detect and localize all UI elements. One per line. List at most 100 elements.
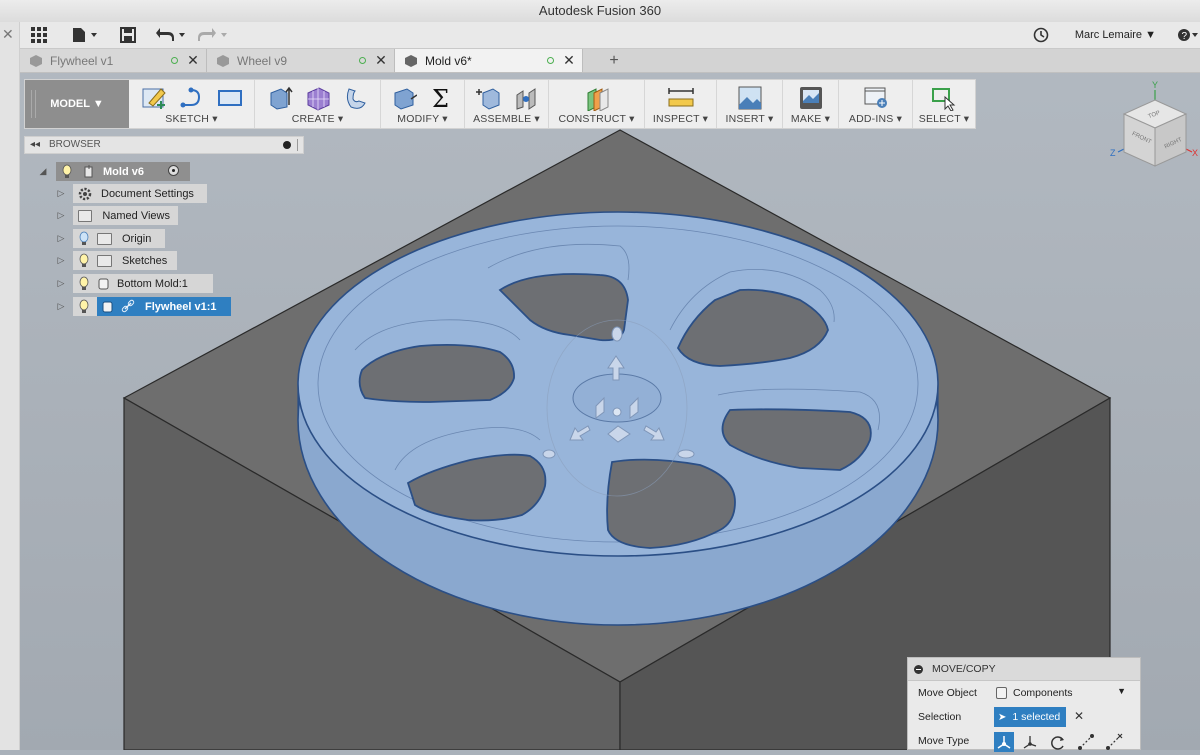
svg-text:?: ?	[1182, 31, 1188, 42]
toolbar-group-label[interactable]: ASSEMBLE ▾	[465, 113, 548, 125]
workspace-switcher[interactable]: MODEL ▼	[25, 80, 129, 128]
toolbar-group-label[interactable]: MODIFY ▾	[381, 113, 464, 125]
tab-close-icon[interactable]: ✕	[562, 52, 576, 69]
measure-icon[interactable]	[666, 84, 696, 112]
sync-status-icon	[171, 57, 178, 64]
expand-caret-icon[interactable]: ▷	[56, 301, 66, 312]
browser-item-label: Named Views	[102, 209, 170, 222]
toolbar-group-label[interactable]: MAKE ▾	[783, 113, 838, 125]
clear-selection-icon[interactable]: ✕	[1074, 709, 1084, 723]
expand-caret-icon[interactable]: ▷	[56, 188, 66, 199]
toolbar-group-label[interactable]: INSPECT ▾	[645, 113, 716, 125]
move-type-label: Move Type	[918, 735, 970, 747]
save-icon[interactable]	[118, 25, 138, 45]
extrude-icon[interactable]	[265, 84, 295, 112]
undo-icon[interactable]	[156, 25, 188, 45]
translate-move-icon[interactable]	[1020, 732, 1040, 752]
tab-wheel[interactable]: Wheel v9 ✕	[207, 49, 395, 72]
press-pull-icon[interactable]	[389, 84, 419, 112]
sync-status-icon	[359, 57, 366, 64]
flywheel-component[interactable]	[297, 211, 939, 626]
3d-print-icon[interactable]	[796, 84, 826, 112]
compute-all-icon[interactable]: Σ	[427, 84, 457, 112]
joint-icon[interactable]	[511, 84, 541, 112]
browser-item-label: Flywheel v1:1	[145, 300, 217, 313]
activate-radio-icon[interactable]	[168, 165, 179, 176]
rotate-move-icon[interactable]	[1048, 732, 1068, 752]
visibility-lightbulb-icon[interactable]	[59, 164, 75, 180]
browser-item-origin[interactable]: ▷ Origin	[56, 229, 216, 248]
workspace-label: MODEL ▼	[50, 98, 104, 110]
tab-label: Flywheel v1	[50, 53, 114, 68]
expand-caret-icon[interactable]: ▷	[56, 278, 66, 289]
browser-item-document-settings[interactable]: ▷ Document Settings	[56, 184, 216, 203]
collapse-caret-icon[interactable]: ◢	[38, 166, 48, 177]
visibility-lightbulb-icon[interactable]	[77, 253, 91, 269]
toolbar-group-construct: CONSTRUCT ▾	[549, 80, 645, 128]
browser-options-icon[interactable]	[283, 141, 291, 149]
redo-icon[interactable]	[198, 25, 230, 45]
expand-caret-icon[interactable]: ▷	[56, 210, 66, 221]
move-object-row: Move Object Components ▼	[908, 682, 1140, 704]
user-account-menu[interactable]: Marc Lemaire ▼	[1075, 22, 1156, 48]
tab-close-icon[interactable]: ✕	[374, 52, 388, 69]
selected-item-highlight: Flywheel v1:1	[97, 297, 231, 316]
browser-item-sketches[interactable]: ▷ Sketches	[56, 251, 216, 270]
point-to-position-icon[interactable]	[1104, 732, 1124, 752]
tab-flywheel[interactable]: Flywheel v1 ✕	[20, 49, 207, 72]
sketch-line-icon[interactable]	[177, 84, 207, 112]
toolbar-group-add-ins: ADD-INS ▾	[839, 80, 913, 128]
expand-caret-icon[interactable]: ▷	[56, 255, 66, 266]
browser-item-named-views[interactable]: ▷ Named Views	[56, 206, 216, 225]
close-icon[interactable]: ✕	[2, 26, 14, 43]
browser-root-row[interactable]: ◢ Mold v6	[38, 162, 198, 181]
tab-close-icon[interactable]: ✕	[186, 52, 200, 69]
panel-divider-icon[interactable]	[297, 139, 298, 151]
point-to-point-icon[interactable]	[1076, 732, 1096, 752]
select-icon[interactable]	[929, 84, 959, 112]
move-copy-header[interactable]: MOVE/COPY	[908, 658, 1140, 681]
component-icon	[405, 54, 417, 67]
job-status-clock-icon[interactable]	[1032, 25, 1050, 45]
toolbar-group-label[interactable]: INSERT ▾	[717, 113, 782, 125]
browser-item-label: Bottom Mold:1	[117, 277, 188, 290]
collapse-dialog-icon[interactable]	[914, 665, 923, 674]
toolbar-group-label[interactable]: SELECT ▾	[913, 113, 975, 125]
visibility-lightbulb-icon[interactable]	[77, 231, 91, 247]
move-object-dropdown[interactable]: Components ▼	[994, 684, 1130, 702]
expand-caret-icon[interactable]: ▷	[56, 233, 66, 244]
move-type-row: Move Type	[908, 730, 1140, 752]
viewcube[interactable]: Y Z X TOP FRONT RIGHT	[1108, 78, 1200, 178]
sketch-rectangle-icon[interactable]	[215, 84, 245, 112]
dropdown-arrow-icon: ▼	[1117, 686, 1126, 696]
help-icon[interactable]: ?	[1176, 25, 1200, 45]
browser-panel-header[interactable]: ◂◂ BROWSER	[24, 136, 304, 154]
svg-text:Σ: Σ	[432, 85, 449, 111]
toolbar-group-label[interactable]: ADD-INS ▾	[839, 113, 912, 125]
visibility-lightbulb-icon[interactable]	[77, 299, 91, 315]
revolve-icon[interactable]	[341, 84, 371, 112]
toolbar-group-label[interactable]: CREATE ▾	[255, 113, 380, 125]
create-sketch-icon[interactable]	[139, 84, 169, 112]
link-icon	[121, 299, 135, 312]
form-icon[interactable]	[303, 84, 333, 112]
tab-mold[interactable]: Mold v6* ✕	[395, 49, 583, 72]
browser-item-bottom-mold[interactable]: ▷ Bottom Mold:1	[56, 274, 226, 293]
toolbar-group-label[interactable]: CONSTRUCT ▾	[549, 113, 644, 125]
browser-item-flywheel[interactable]: ▷ Flywheel v1:1	[56, 297, 246, 316]
selection-button[interactable]: ➤ 1 selected	[994, 707, 1066, 727]
application-bar: Marc Lemaire ▼ ?	[0, 22, 1200, 49]
scripts-add-ins-icon[interactable]	[861, 84, 891, 112]
new-component-icon[interactable]	[473, 84, 503, 112]
collapse-panel-icon[interactable]: ◂◂	[30, 137, 40, 153]
file-menu-icon[interactable]	[70, 25, 100, 45]
toolbar-group-label[interactable]: SKETCH ▾	[129, 113, 254, 125]
visibility-lightbulb-icon[interactable]	[77, 276, 91, 292]
move-type-free-button[interactable]	[994, 732, 1014, 752]
insert-image-icon[interactable]	[735, 84, 765, 112]
app-grid-icon[interactable]	[30, 25, 48, 45]
offset-plane-icon[interactable]	[582, 84, 612, 112]
component-icon	[102, 301, 113, 312]
new-tab-button[interactable]: +	[604, 49, 624, 72]
toolbar-grip[interactable]	[31, 90, 36, 118]
